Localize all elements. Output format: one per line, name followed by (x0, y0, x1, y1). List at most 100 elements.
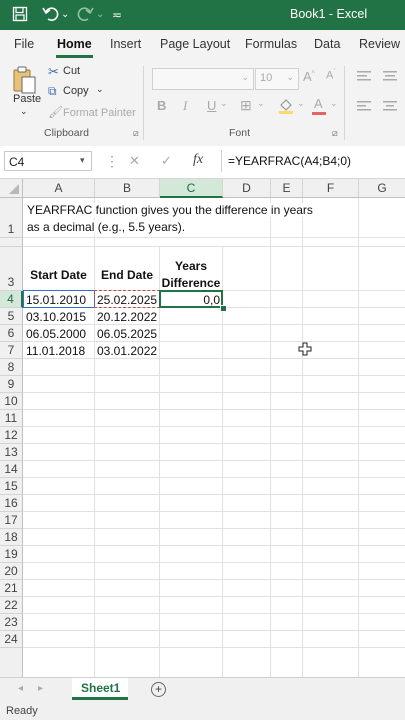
cell-b7[interactable]: 03.01.2022 (97, 344, 157, 358)
clipboard-launcher-icon[interactable]: ⧄ (133, 128, 139, 139)
column-header-b[interactable]: B (95, 179, 160, 198)
align-center-icon[interactable] (383, 100, 399, 112)
row-header-6[interactable]: 6 (0, 325, 23, 342)
cell-b3-header[interactable]: End Date (95, 268, 159, 282)
copy-dropdown-icon[interactable]: ⌄ (96, 84, 104, 95)
enter-icon[interactable]: ✓ (161, 153, 172, 169)
add-sheet-icon[interactable]: + (151, 682, 166, 697)
paste-button[interactable]: Paste (13, 93, 41, 105)
column-header-g[interactable]: G (359, 179, 405, 198)
row-header-23[interactable]: 23 (0, 614, 23, 631)
save-icon[interactable] (12, 6, 28, 27)
bold-button[interactable]: B (157, 98, 166, 113)
cell-a1-line1[interactable]: YEARFRAC function gives you the differen… (27, 203, 317, 217)
scroll-sheets-left-icon[interactable]: ◂ (18, 683, 23, 694)
cell-c3-header-line2[interactable]: Difference (160, 276, 222, 290)
row-header-4[interactable]: 4 (0, 291, 23, 308)
formula-input[interactable]: =YEARFRAC(A4;B4;0) (228, 154, 351, 168)
fill-handle[interactable] (220, 305, 227, 312)
underline-button[interactable]: U (207, 98, 216, 113)
font-size-dropdown-icon[interactable]: ⌄ (286, 72, 294, 83)
row-header-15[interactable]: 15 (0, 478, 23, 495)
scroll-sheets-right-icon[interactable]: ▸ (38, 683, 43, 694)
fill-color-icon[interactable] (278, 97, 294, 115)
paste-dropdown-icon[interactable]: ⌄ (20, 106, 28, 117)
font-name-combobox[interactable]: ⌄ (152, 68, 254, 90)
row-header-18[interactable]: 18 (0, 529, 23, 546)
row-header-7[interactable]: 7 (0, 342, 23, 359)
italic-button[interactable]: I (183, 98, 187, 114)
row-header-16[interactable]: 16 (0, 495, 23, 512)
formula-bar-grip-icon[interactable]: ⋮ (105, 153, 119, 170)
row-header-20[interactable]: 20 (0, 563, 23, 580)
row-header-10[interactable]: 10 (0, 393, 23, 410)
tab-insert[interactable]: Insert (110, 37, 141, 51)
row-header-14[interactable]: 14 (0, 461, 23, 478)
cell-a1-line2[interactable]: as a decimal (e.g., 5.5 years). (27, 220, 190, 234)
align-middle-icon[interactable] (383, 70, 399, 82)
cell-c4[interactable]: 0,0 (160, 293, 220, 307)
cell-b5[interactable]: 20.12.2022 (97, 310, 157, 324)
cut-button[interactable]: Cut (63, 65, 80, 77)
copy-button[interactable]: Copy (63, 85, 89, 97)
row-header-11[interactable]: 11 (0, 410, 23, 427)
cell-b4[interactable]: 25.02.2025 (97, 293, 157, 307)
align-top-icon[interactable] (357, 70, 373, 82)
cell-a5[interactable]: 03.10.2015 (26, 310, 86, 324)
insert-function-button[interactable]: fx (193, 152, 203, 168)
tab-review[interactable]: Review (359, 37, 400, 51)
worksheet-grid[interactable]: A B C D E F G 1 3 4 5 6 7 8 9 10 11 12 1… (0, 179, 405, 677)
customize-quick-access-icon[interactable]: ≂ (112, 6, 122, 24)
cell-a4[interactable]: 15.01.2010 (26, 293, 86, 307)
cancel-icon[interactable]: ✕ (129, 153, 140, 169)
undo-dropdown-icon[interactable]: ⌄ (61, 6, 69, 24)
font-name-dropdown-icon[interactable]: ⌄ (241, 72, 249, 83)
row-header-24[interactable]: 24 (0, 631, 23, 648)
cell-a7[interactable]: 11.01.2018 (26, 344, 85, 358)
column-header-c[interactable]: C (160, 179, 223, 198)
name-box-dropdown-icon[interactable]: ▾ (80, 155, 85, 166)
row-header-12[interactable]: 12 (0, 427, 23, 444)
tab-data[interactable]: Data (314, 37, 340, 51)
row-header-8[interactable]: 8 (0, 359, 23, 376)
row-header-13[interactable]: 13 (0, 444, 23, 461)
borders-dropdown-icon[interactable]: ⌄ (257, 98, 265, 109)
font-color-icon[interactable]: A (311, 96, 327, 115)
increase-font-size-icon[interactable]: A^ (303, 69, 315, 84)
decrease-font-size-icon[interactable]: Aˇ (326, 69, 336, 82)
column-header-a[interactable]: A (23, 179, 95, 198)
row-header-3[interactable]: 3 (0, 247, 23, 291)
fill-color-dropdown-icon[interactable]: ⌄ (297, 98, 305, 109)
row-header-9[interactable]: 9 (0, 376, 23, 393)
select-all-corner[interactable] (0, 179, 23, 198)
undo-icon[interactable] (42, 6, 60, 27)
underline-dropdown-icon[interactable]: ⌄ (220, 98, 228, 109)
font-color-dropdown-icon[interactable]: ⌄ (330, 98, 338, 109)
column-header-f[interactable]: F (303, 179, 359, 198)
tab-page-layout[interactable]: Page Layout (160, 37, 230, 51)
paste-icon[interactable] (12, 66, 38, 96)
cell-a3-header[interactable]: Start Date (23, 268, 94, 282)
column-header-e[interactable]: E (271, 179, 303, 198)
font-launcher-icon[interactable]: ⧄ (332, 128, 338, 139)
cell-a6[interactable]: 06.05.2000 (26, 327, 86, 341)
column-header-d[interactable]: D (223, 179, 271, 198)
align-left-icon[interactable] (357, 100, 373, 112)
row-header-21[interactable]: 21 (0, 580, 23, 597)
row-header-22[interactable]: 22 (0, 597, 23, 614)
row-header-17[interactable]: 17 (0, 512, 23, 529)
row-header-19[interactable]: 19 (0, 546, 23, 563)
format-painter-button[interactable]: Format Painter (63, 107, 136, 119)
tab-home[interactable]: Home (57, 37, 92, 51)
name-box[interactable]: C4 (4, 151, 92, 171)
font-size-combobox[interactable]: 10 ⌄ (255, 68, 299, 90)
borders-icon[interactable]: ⊞ (240, 97, 252, 114)
cell-b6[interactable]: 06.05.2025 (97, 327, 157, 341)
row-header-2[interactable] (0, 238, 23, 247)
cell-c3-header-line1[interactable]: Years (160, 259, 222, 273)
row-header-5[interactable]: 5 (0, 308, 23, 325)
sheet-tab-sheet1[interactable]: Sheet1 (72, 678, 128, 700)
tab-formulas[interactable]: Formulas (245, 37, 297, 51)
row-header-1[interactable]: 1 (0, 198, 23, 238)
tab-file[interactable]: File (14, 37, 34, 51)
